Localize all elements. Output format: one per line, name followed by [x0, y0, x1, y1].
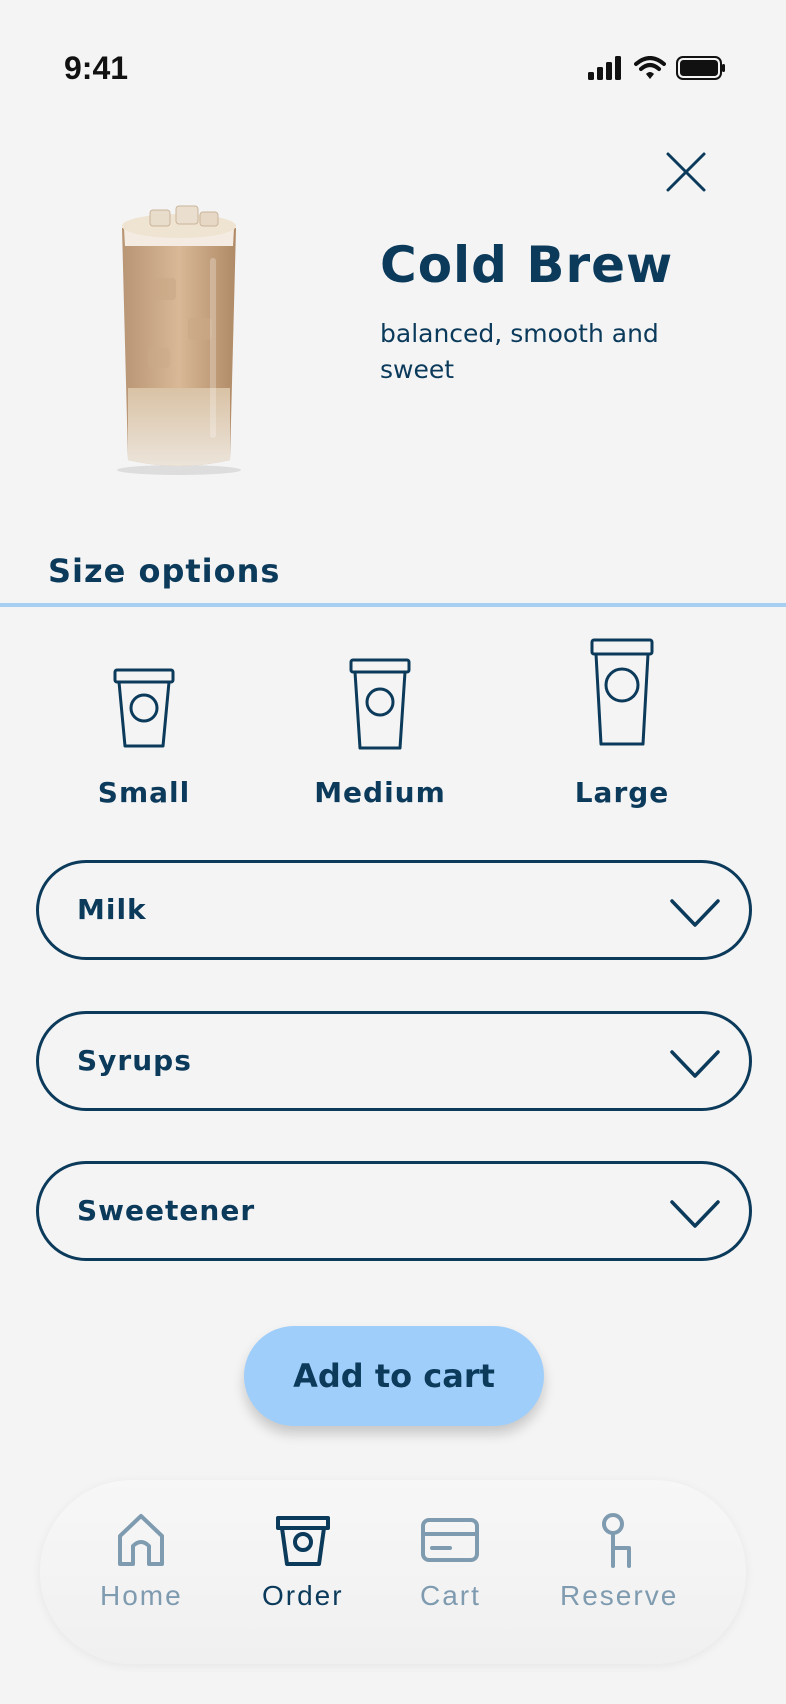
nav-item-reserve[interactable]: Reserve	[560, 1512, 678, 1612]
dropdown-label: Syrups	[77, 1044, 192, 1077]
section-divider	[0, 603, 786, 607]
size-option-large[interactable]: Large	[522, 630, 722, 809]
status-bar: 9:41	[0, 0, 786, 140]
chevron-down-icon	[670, 1200, 720, 1228]
nav-item-cart[interactable]: Cart	[420, 1512, 481, 1612]
signal-icon	[588, 56, 621, 80]
product-title: Cold Brew	[380, 236, 674, 294]
medium-cup-icon	[349, 658, 411, 750]
close-button[interactable]	[664, 150, 708, 194]
size-options-title: Size options	[48, 552, 281, 590]
nav-label-cart: Cart	[420, 1580, 481, 1611]
add-to-cart-button[interactable]: Add to cart	[244, 1326, 544, 1426]
nav-label-home: Home	[100, 1580, 183, 1611]
product-image	[117, 205, 241, 475]
size-label-medium: Medium	[314, 776, 446, 809]
nav-item-order[interactable]: Order	[262, 1512, 344, 1612]
bottom-nav: Home Order Cart Reserve	[40, 1480, 746, 1664]
wifi-icon	[634, 56, 666, 79]
large-cup-icon	[590, 638, 654, 746]
dropdown-label: Sweetener	[77, 1194, 256, 1227]
battery-icon	[676, 56, 725, 80]
status-icons	[588, 56, 726, 80]
close-icon	[666, 152, 706, 192]
card-icon	[421, 1518, 480, 1562]
small-cup-icon	[113, 668, 175, 748]
chevron-down-icon	[670, 1050, 720, 1078]
milk-dropdown[interactable]: Milk	[36, 860, 752, 960]
status-time: 9:41	[64, 50, 129, 86]
cup-icon	[275, 1516, 330, 1566]
chevron-down-icon	[670, 899, 720, 927]
product-description: balanced, smooth and sweet	[380, 319, 659, 384]
size-label-small: Small	[97, 776, 191, 809]
size-option-medium[interactable]: Medium	[280, 630, 480, 809]
nav-label-order: Order	[262, 1580, 344, 1611]
sweetener-dropdown[interactable]: Sweetener	[36, 1161, 752, 1261]
syrups-dropdown[interactable]: Syrups	[36, 1011, 752, 1111]
size-label-large: Large	[574, 776, 670, 809]
home-icon	[118, 1514, 165, 1566]
nav-item-home[interactable]: Home	[100, 1512, 183, 1612]
size-option-small[interactable]: Small	[44, 630, 244, 809]
reserve-icon	[602, 1513, 632, 1568]
nav-label-reserve: Reserve	[560, 1580, 679, 1611]
dropdown-label: Milk	[77, 893, 147, 926]
